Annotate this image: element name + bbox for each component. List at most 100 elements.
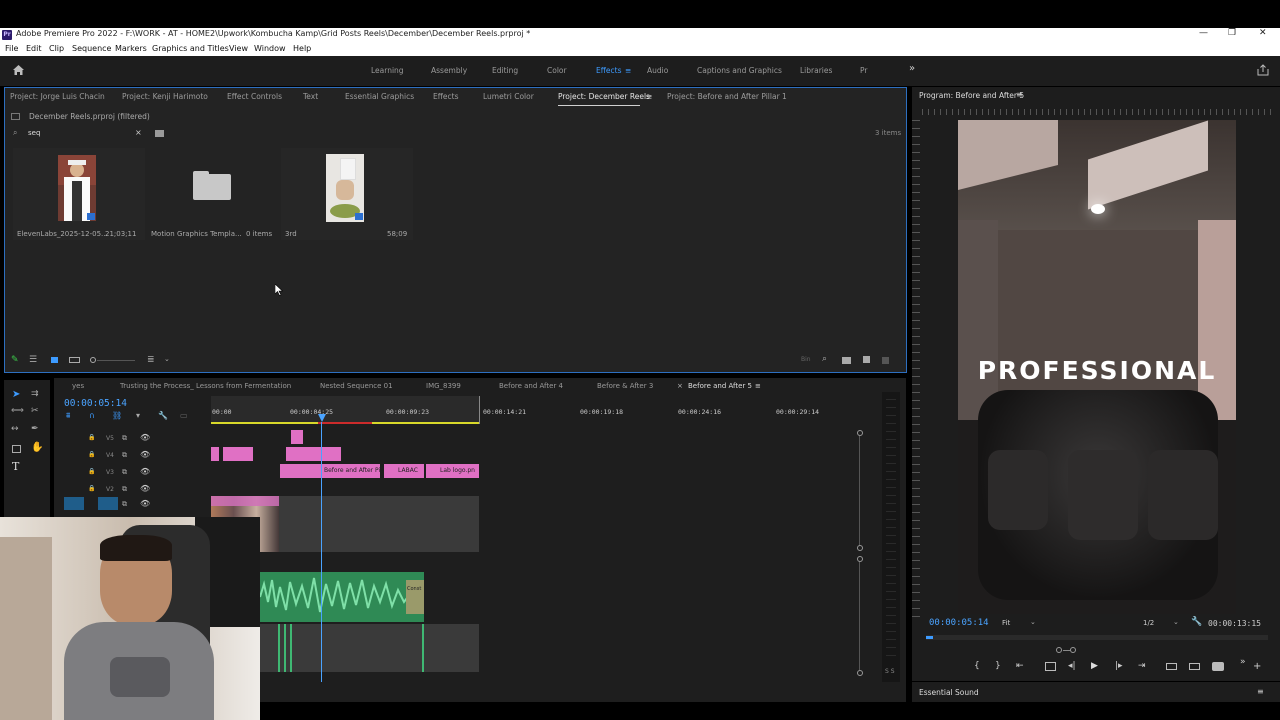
v-scroll-handle[interactable] <box>857 545 863 551</box>
sync-lock-icon[interactable]: ⧉ <box>122 451 127 460</box>
seq-tab-menu-icon[interactable]: ≡ <box>755 382 761 390</box>
add-marker-icon[interactable]: ▾ <box>136 411 140 420</box>
trim-icon[interactable] <box>1045 662 1056 671</box>
tab-menu-icon[interactable]: ≡ <box>646 92 652 101</box>
new-bin-from-search-icon[interactable] <box>155 130 164 137</box>
fit-chevron-icon[interactable]: ⌄ <box>1030 618 1036 626</box>
menu-clip[interactable]: Clip <box>49 44 64 53</box>
timeline-settings-icon[interactable]: 🔧 <box>158 411 168 420</box>
menu-edit[interactable]: Edit <box>26 44 42 53</box>
clip-v3-lab-logo[interactable]: Lab logo.pn <box>426 464 479 478</box>
clip-const[interactable]: Const <box>406 580 424 614</box>
menu-view[interactable]: View <box>229 44 248 53</box>
nest-toggle-icon[interactable]: ⩩ <box>66 411 70 421</box>
clip-v2-thumb-row[interactable] <box>211 496 279 506</box>
source-patch-v1[interactable] <box>64 497 84 510</box>
tab-effects[interactable]: Effects <box>433 92 459 101</box>
clip-v3-before-after[interactable]: Before and After Pi <box>320 464 380 478</box>
tab-lumetri-color[interactable]: Lumetri Color <box>483 92 534 101</box>
essential-sound-menu-icon[interactable]: ≡ <box>1257 687 1264 696</box>
program-timecode[interactable]: 00:00:05:14 <box>929 618 989 628</box>
home-icon[interactable] <box>12 64 25 76</box>
slip-tool-icon[interactable]: ↔ <box>11 424 19 434</box>
clip-v4-b[interactable] <box>223 447 253 461</box>
restore-button[interactable]: ❐ <box>1228 28 1236 38</box>
sync-lock-icon[interactable]: ⧉ <box>122 434 127 443</box>
hand-tool-icon[interactable]: ✋ <box>31 442 43 453</box>
resolution-dropdown[interactable]: 1/2 <box>1143 619 1154 627</box>
workspace-color[interactable]: Color <box>547 66 567 75</box>
step-forward-icon[interactable]: |▸ <box>1115 661 1123 671</box>
program-menu-icon[interactable]: ≡ <box>1016 90 1023 99</box>
trash-icon[interactable] <box>882 357 889 364</box>
workspace-overflow-icon[interactable]: » <box>909 63 915 74</box>
track-target-v1[interactable] <box>98 497 118 510</box>
clip-v3-labac[interactable]: LABAC <box>384 464 424 478</box>
new-item-icon[interactable] <box>863 356 870 363</box>
settings-wrench-icon[interactable]: 🔧 <box>1191 617 1202 627</box>
clip-v4-a[interactable] <box>211 447 219 461</box>
rectangle-tool-icon[interactable] <box>12 445 21 453</box>
program-scrub-bar[interactable] <box>926 635 1268 640</box>
pencil-icon[interactable]: ✎ <box>11 355 19 365</box>
type-tool-icon[interactable]: T <box>12 460 19 473</box>
tab-project-before-after-pillar[interactable]: Project: Before and After Pillar 1 <box>667 92 787 101</box>
workspace-libraries[interactable]: Libraries <box>800 66 832 75</box>
tab-project-december-reels[interactable]: Project: December Reels <box>558 92 650 106</box>
mark-out-icon[interactable]: } <box>995 661 1001 671</box>
eye-icon[interactable]: 👁 <box>140 450 150 459</box>
mark-in-icon[interactable]: { <box>974 661 980 671</box>
fit-dropdown[interactable]: Fit <box>1002 619 1010 627</box>
menu-graphics-and-titles[interactable]: Graphics and Titles <box>152 44 229 53</box>
freeform-view-icon[interactable] <box>69 357 80 363</box>
lock-icon[interactable]: 🔒 <box>88 451 95 458</box>
snap-icon[interactable]: ∩ <box>89 411 95 420</box>
clip-v5[interactable] <box>291 430 303 444</box>
project-item-motion-graphics[interactable]: Motion Graphics Templa... 0 items <box>147 148 279 240</box>
menu-window[interactable]: Window <box>254 44 286 53</box>
a-scroll-handle[interactable] <box>857 556 863 562</box>
list-view-icon[interactable]: ☰ <box>29 355 37 365</box>
clip-a1-audio[interactable]: Const <box>259 572 425 622</box>
track-select-tool-icon[interactable]: ⇉ <box>31 389 39 399</box>
menu-file[interactable]: File <box>5 44 18 53</box>
share-icon[interactable] <box>1257 64 1269 76</box>
seq-tab-nested[interactable]: Nested Sequence 01 <box>320 382 393 390</box>
icon-view-icon[interactable] <box>51 357 58 363</box>
seq-tab-trusting[interactable]: Trusting the Process_ Lessons from Ferme… <box>120 382 291 390</box>
menu-help[interactable]: Help <box>293 44 311 53</box>
tab-project-jorge[interactable]: Project: Jorge Luis Chacin <box>10 92 105 101</box>
tab-essential-graphics[interactable]: Essential Graphics <box>345 92 414 101</box>
razor-tool-icon[interactable]: ✂ <box>31 406 39 416</box>
lock-icon[interactable]: 🔒 <box>88 434 95 441</box>
close-button[interactable]: ✕ <box>1259 28 1267 38</box>
resolution-chevron-icon[interactable]: ⌄ <box>1173 618 1179 626</box>
sync-lock-icon[interactable]: ⧉ <box>122 485 127 494</box>
workspace-learning[interactable]: Learning <box>371 66 404 75</box>
menu-sequence[interactable]: Sequence <box>72 44 111 53</box>
sort-icon[interactable]: ≣ <box>147 355 155 365</box>
in-point-handle[interactable] <box>1056 647 1062 653</box>
selection-tool-icon[interactable]: ➤ <box>12 389 20 400</box>
workspace-editing[interactable]: Editing <box>492 66 518 75</box>
automate-icon[interactable]: Bin <box>801 356 811 363</box>
workspace-effects[interactable]: Effects <box>596 66 622 75</box>
seq-tab-before-after-4[interactable]: Before and After 4 <box>499 382 563 390</box>
seq-tab-before-after-5[interactable]: Before and After 5 <box>688 382 752 390</box>
workspace-audio[interactable]: Audio <box>647 66 668 75</box>
seq-tab-img8399[interactable]: IMG_8399 <box>426 382 461 390</box>
eye-icon[interactable]: 👁 <box>140 433 150 442</box>
tab-project-kenji[interactable]: Project: Kenji Harimoto <box>122 92 208 101</box>
timeline-timecode[interactable]: 00:00:05:14 <box>64 398 127 409</box>
project-item-3rd[interactable]: 3rd 58;09 <box>281 148 413 240</box>
seq-tab-yes[interactable]: yes <box>72 382 84 390</box>
clip-v4-c[interactable] <box>286 447 341 461</box>
workspace-pr[interactable]: Pr <box>860 66 867 75</box>
workspace-captions-and-graphics[interactable]: Captions and Graphics <box>697 66 782 75</box>
step-back-icon[interactable]: ◂| <box>1068 661 1076 671</box>
clip-v3-small[interactable] <box>280 464 320 478</box>
new-bin-icon[interactable] <box>842 357 851 364</box>
export-frame-icon[interactable] <box>1212 662 1224 671</box>
zoom-slider[interactable] <box>97 360 135 361</box>
seq-tab-before-after-3[interactable]: Before & After 3 <box>597 382 653 390</box>
